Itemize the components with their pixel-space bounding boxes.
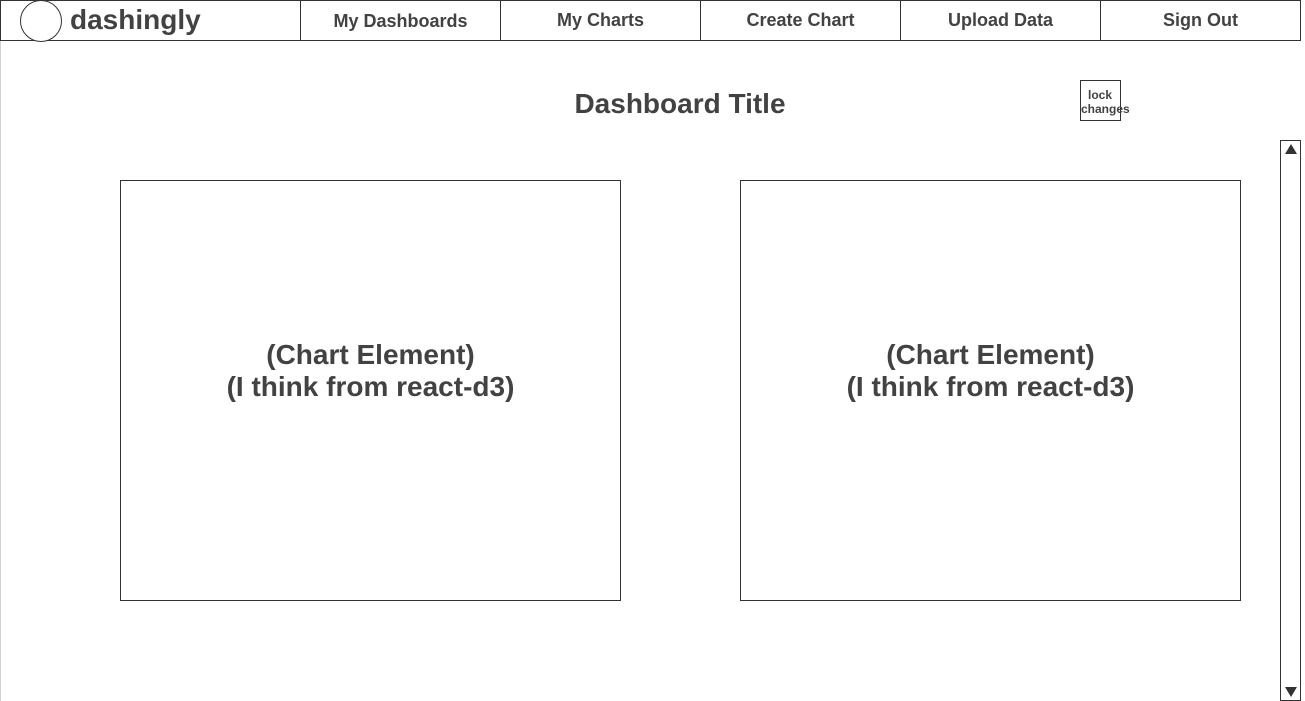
- chart-panel-left[interactable]: (Chart Element) (I think from react-d3): [120, 180, 621, 601]
- brand[interactable]: dashingly: [1, 0, 301, 42]
- lock-label-line1: lock: [1088, 88, 1113, 102]
- chart-panel-right[interactable]: (Chart Element) (I think from react-d3): [740, 180, 1241, 601]
- chart-placeholder-line1: (Chart Element): [886, 339, 1095, 370]
- chart-placeholder-line2: (I think from react-d3): [226, 371, 515, 402]
- circle-logo-icon: [20, 0, 62, 42]
- chart-placeholder-line1: (Chart Element): [266, 339, 475, 370]
- nav-create-chart[interactable]: Create Chart: [700, 1, 900, 40]
- chart-placeholder-line2: (I think from react-d3): [846, 371, 1135, 402]
- nav-sign-out[interactable]: Sign Out: [1100, 1, 1300, 40]
- vertical-scrollbar[interactable]: [1280, 140, 1301, 701]
- brand-name: dashingly: [70, 4, 201, 35]
- chart-placeholder-text: (Chart Element) (I think from react-d3): [121, 339, 620, 403]
- chart-placeholder-text: (Chart Element) (I think from react-d3): [741, 339, 1240, 403]
- dashboard-title[interactable]: Dashboard Title: [480, 87, 880, 121]
- lock-changes-button[interactable]: lock changes: [1080, 80, 1130, 121]
- arrow-down-icon[interactable]: [1285, 687, 1297, 697]
- lock-label-line2: changes: [1081, 102, 1130, 116]
- nav-upload-data[interactable]: Upload Data: [900, 1, 1100, 40]
- arrow-up-icon[interactable]: [1285, 144, 1297, 154]
- lock-changes-label: lock changes: [1081, 88, 1131, 116]
- nav-my-charts[interactable]: My Charts: [500, 1, 700, 40]
- nav-my-dashboards[interactable]: My Dashboards: [300, 1, 500, 40]
- top-navbar: dashingly My Dashboards My Charts Create…: [0, 0, 1301, 42]
